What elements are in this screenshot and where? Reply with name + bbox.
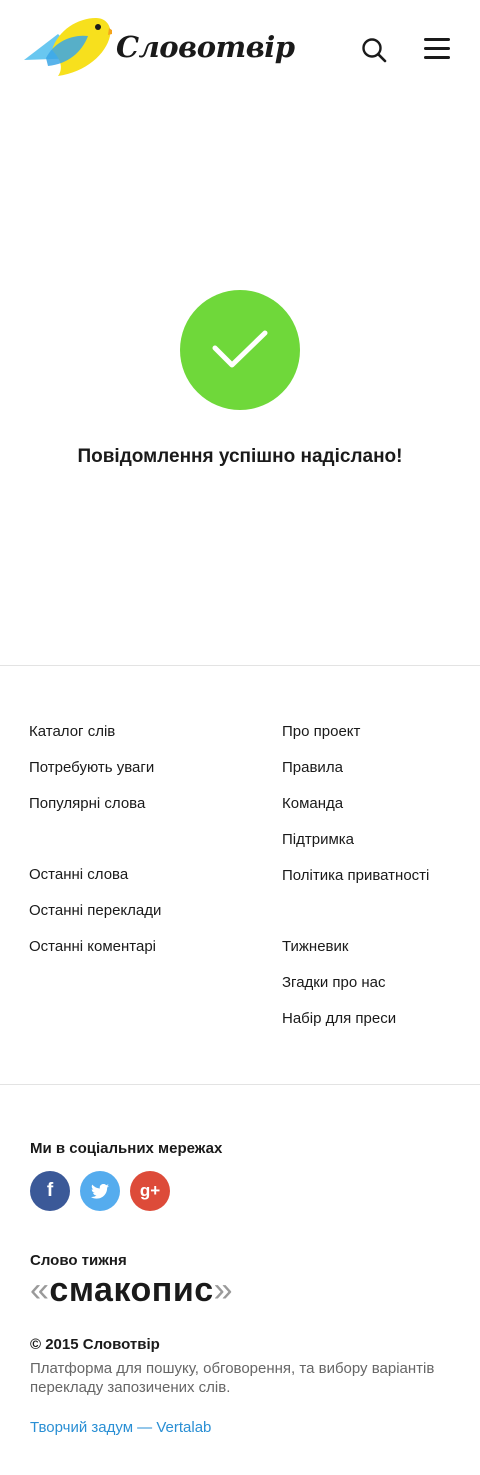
- open-quote: «: [30, 1271, 50, 1309]
- nav-link-weekly[interactable]: Тижневик: [282, 935, 429, 971]
- divider: [0, 1084, 480, 1085]
- nav-link-press-kit[interactable]: Набір для преси: [282, 1007, 429, 1043]
- nav-link-popular-words[interactable]: Популярні слова: [29, 792, 161, 828]
- site-description: Платформа для пошуку, обговорення, та ви…: [30, 1360, 435, 1396]
- copyright-title: © 2015 Словотвір: [30, 1336, 160, 1353]
- nav-link-latest-comments[interactable]: Останні коментарі: [29, 935, 161, 971]
- success-circle: [180, 290, 300, 410]
- bird-logo-icon: [24, 18, 112, 76]
- facebook-icon: f: [46, 1180, 54, 1201]
- site-header: Словотвір: [0, 0, 480, 96]
- twitter-button[interactable]: [80, 1171, 120, 1211]
- logo[interactable]: Словотвір: [24, 14, 295, 78]
- hamburger-menu-icon: [424, 38, 450, 41]
- nav-link-rules[interactable]: Правила: [282, 756, 429, 792]
- social-icons: f g+: [30, 1171, 222, 1211]
- footer-nav-left: Каталог слів Потребують уваги Популярні …: [29, 720, 161, 971]
- nav-link-latest-words[interactable]: Останні слова: [29, 863, 161, 899]
- social-title: Ми в соціальних мережах: [30, 1140, 223, 1157]
- word-of-week-word: смакопис: [49, 1271, 214, 1309]
- success-message: Повідомлення успішно надіслано!: [77, 446, 403, 467]
- nav-link-privacy[interactable]: Політика приватності: [282, 864, 429, 900]
- word-of-week-title: Слово тижня: [30, 1252, 127, 1269]
- word-of-week-link[interactable]: «смакопис»: [30, 1271, 233, 1310]
- checkmark-icon: [212, 330, 268, 368]
- search-button[interactable]: [360, 36, 388, 64]
- nav-link-latest-translations[interactable]: Останні переклади: [29, 899, 161, 935]
- social-section: Ми в соціальних мережах f g+: [30, 1140, 222, 1211]
- nav-link-catalog[interactable]: Каталог слів: [29, 720, 161, 756]
- menu-button[interactable]: [424, 38, 452, 60]
- footer-nav-right: Про проект Правила Команда Підтримка Пол…: [282, 720, 429, 1043]
- facebook-button[interactable]: f: [30, 1171, 70, 1211]
- divider: [0, 665, 480, 666]
- google-plus-button[interactable]: g+: [130, 1171, 170, 1211]
- close-quote: »: [213, 1271, 234, 1309]
- copyright-section: © 2015 Словотвір Платформа для пошуку, о…: [30, 1336, 450, 1436]
- logo-text: Словотвір: [116, 30, 295, 64]
- twitter-icon: [91, 1183, 109, 1199]
- success-panel: Повідомлення успішно надіслано!: [0, 290, 480, 468]
- nav-link-about[interactable]: Про проект: [282, 720, 429, 756]
- nav-link-press-mentions[interactable]: Згадки про нас: [282, 971, 429, 1007]
- nav-link-team[interactable]: Команда: [282, 792, 429, 828]
- vertalab-credit-link[interactable]: Творчий задум — Vertalab: [30, 1419, 450, 1436]
- search-icon: [362, 38, 387, 63]
- word-of-week: Слово тижня «смакопис»: [30, 1252, 233, 1310]
- nav-link-needs-attention[interactable]: Потребують уваги: [29, 756, 161, 792]
- nav-link-support[interactable]: Підтримка: [282, 828, 429, 864]
- google-plus-icon: g+: [139, 1181, 161, 1200]
